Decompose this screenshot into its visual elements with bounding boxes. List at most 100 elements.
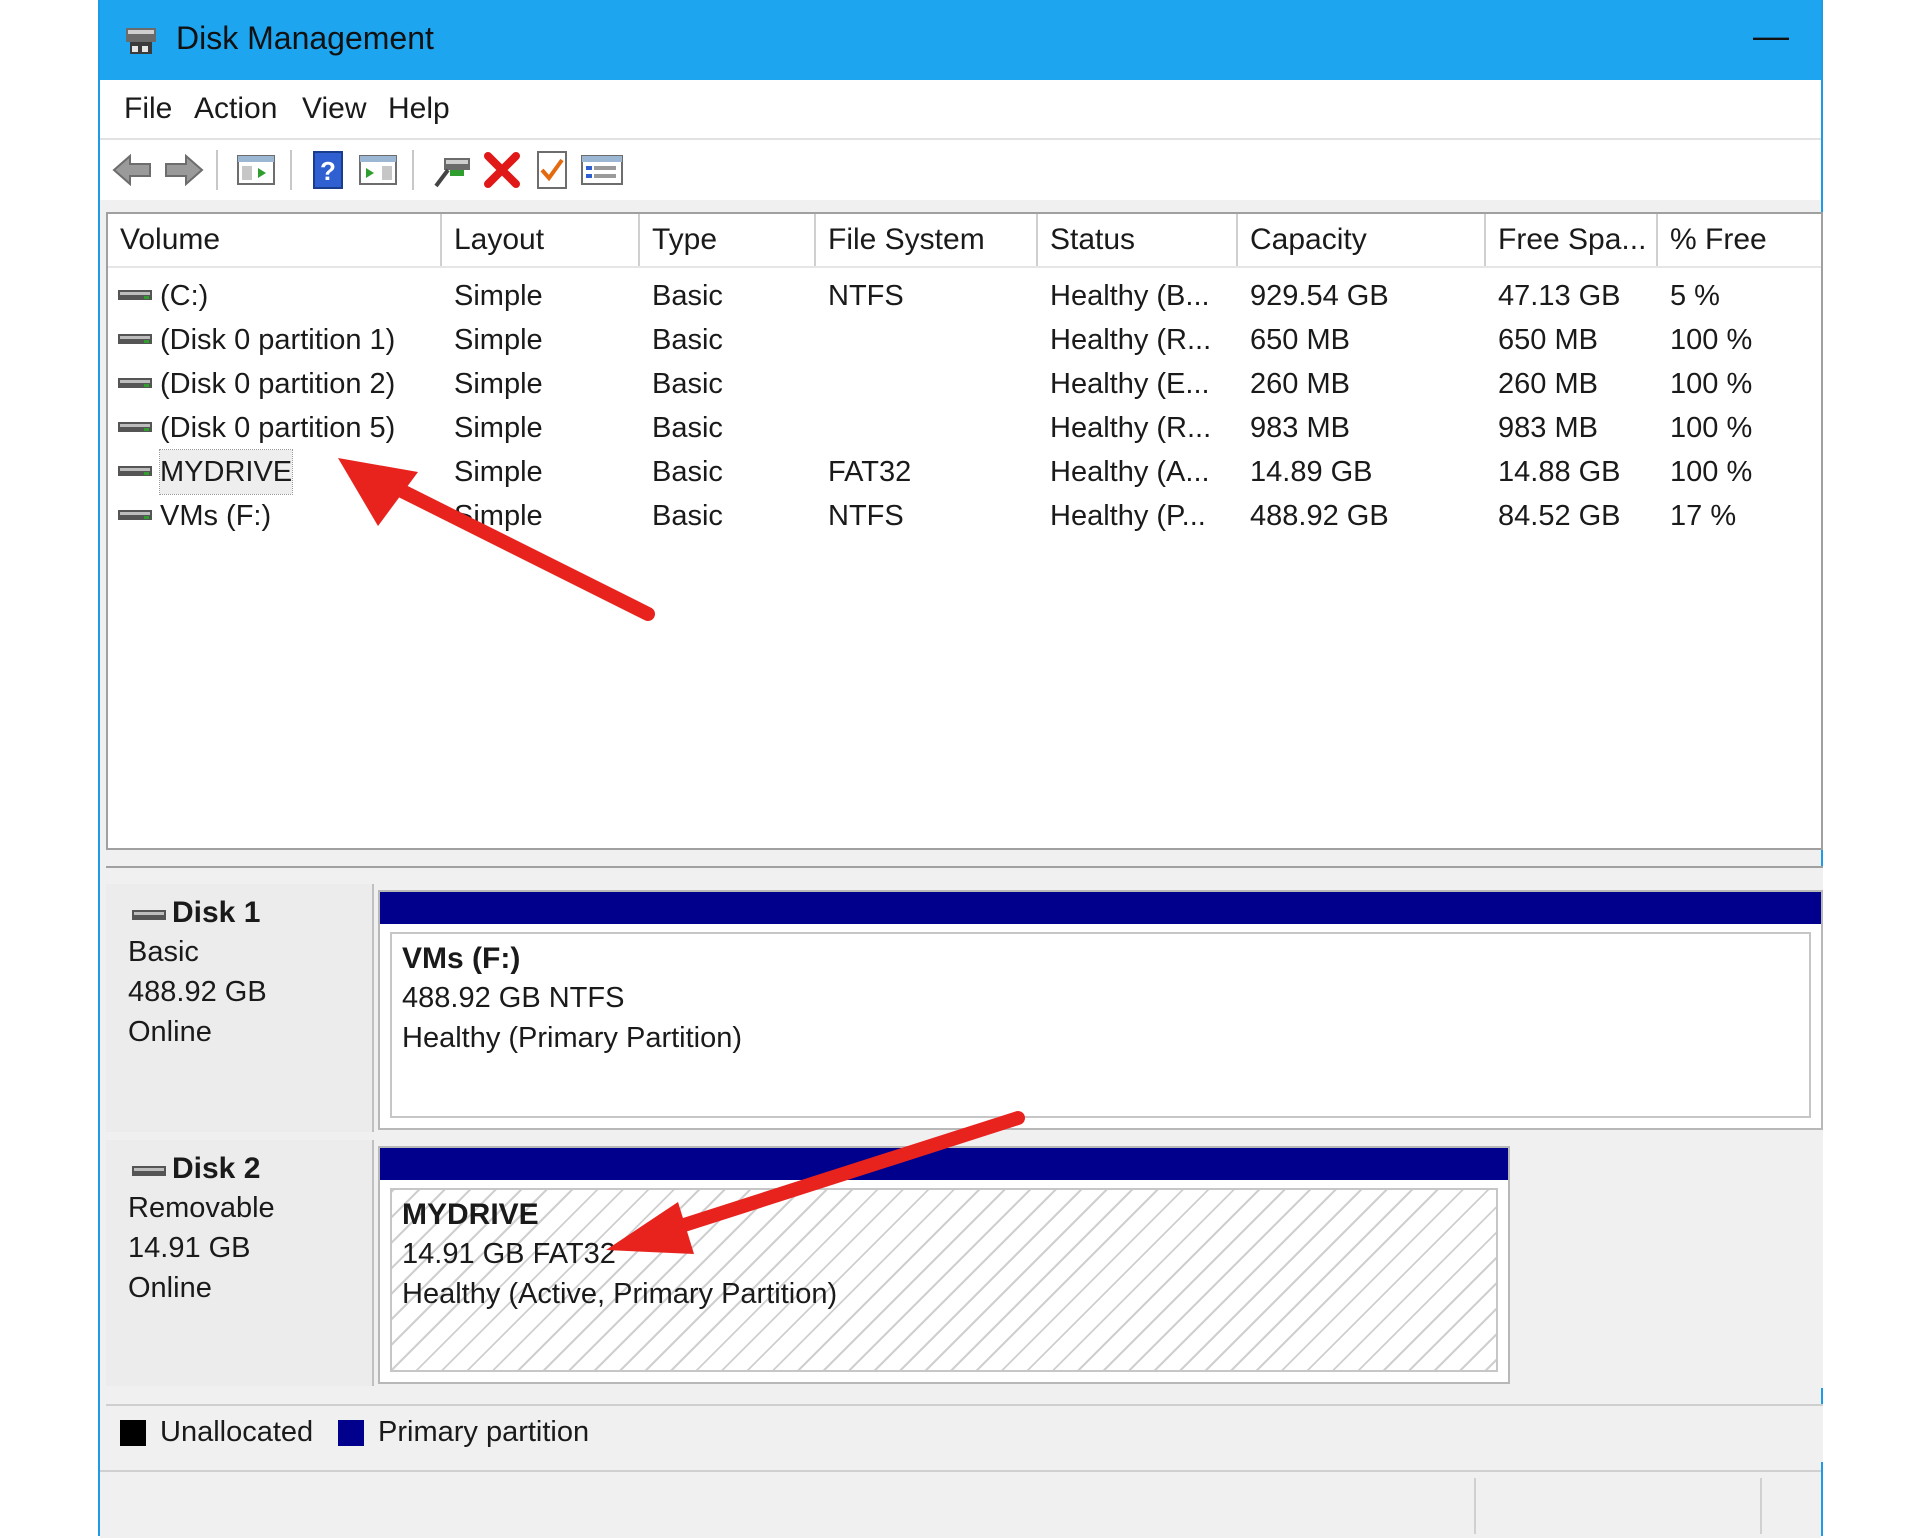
disk-2-info[interactable]: Disk 2 Removable 14.91 GB Online xyxy=(106,1140,374,1386)
file-system-cell: NTFS xyxy=(828,280,904,312)
disk-icon xyxy=(132,1166,166,1176)
status-bar-divider xyxy=(1474,1478,1476,1534)
menu-bar: File Action View Help xyxy=(100,80,1821,140)
partition-mydrive[interactable]: MYDRIVE 14.91 GB FAT32 Healthy (Active, … xyxy=(378,1146,1510,1384)
column-header-type[interactable]: Type xyxy=(640,214,816,266)
status-cell: Healthy (E... xyxy=(1050,368,1210,400)
type-cell: Basic xyxy=(652,412,723,444)
status-cell: Healthy (B... xyxy=(1050,280,1210,312)
percent-free-cell: 100 % xyxy=(1670,368,1753,400)
action-pane-icon[interactable] xyxy=(356,148,400,192)
title-bar: Disk Management — xyxy=(100,0,1821,80)
disk-size: 14.91 GB xyxy=(128,1232,251,1264)
menu-help[interactable]: Help xyxy=(382,90,456,128)
status-bar-divider xyxy=(1760,1478,1762,1534)
status-cell: Healthy (R... xyxy=(1050,412,1212,444)
forward-icon[interactable] xyxy=(162,148,206,192)
volume-cell: MYDRIVE xyxy=(158,449,294,495)
percent-free-cell: 100 % xyxy=(1670,324,1753,356)
volume-cell: (C:) xyxy=(160,280,209,312)
volume-cell: VMs (F:) xyxy=(160,500,272,532)
table-row[interactable]: MYDRIVE Simple Basic FAT32 Healthy (A... 14.8… xyxy=(108,449,1821,495)
layout-cell: Simple xyxy=(454,456,543,488)
menu-file[interactable]: File xyxy=(118,90,178,128)
svg-text:?: ? xyxy=(320,156,336,186)
table-row[interactable]: (Disk 0 partition 1) Simple Basic Healthy (… xyxy=(108,318,1821,362)
capacity-cell: 650 MB xyxy=(1250,324,1350,356)
volume-icon xyxy=(118,510,152,520)
unallocated-swatch xyxy=(120,1420,146,1446)
type-cell: Basic xyxy=(652,500,723,532)
free-space-cell: 47.13 GB xyxy=(1498,280,1621,312)
volume-cell: (Disk 0 partition 2) xyxy=(160,368,396,400)
free-space-cell: 260 MB xyxy=(1498,368,1598,400)
disk-state: Online xyxy=(128,1016,212,1048)
column-header-capacity[interactable]: Capacity xyxy=(1238,214,1486,266)
type-cell: Basic xyxy=(652,324,723,356)
column-header-layout[interactable]: Layout xyxy=(442,214,640,266)
disk-type: Basic xyxy=(128,936,199,968)
disk-graphical-view: Disk 1 Basic 488.92 GB Online VMs (F:) 4… xyxy=(106,866,1823,1388)
table-row[interactable]: VMs (F:) Simple Basic NTFS Healthy (P... 488.… xyxy=(108,494,1821,538)
capacity-cell: 488.92 GB xyxy=(1250,500,1389,532)
partition-status: Healthy (Primary Partition) xyxy=(402,1022,743,1054)
menu-action[interactable]: Action xyxy=(188,90,283,128)
toolbar: ? xyxy=(100,140,1821,200)
console-tree-icon[interactable] xyxy=(234,148,278,192)
free-space-cell: 14.88 GB xyxy=(1498,456,1621,488)
list-view-icon[interactable] xyxy=(580,148,624,192)
table-row[interactable]: (Disk 0 partition 5) Simple Basic Healthy (… xyxy=(108,406,1821,450)
help-icon[interactable]: ? xyxy=(306,148,350,192)
disk-name: Disk 1 xyxy=(172,896,261,929)
menu-view[interactable]: View xyxy=(296,90,372,128)
column-header-percent-free[interactable]: % Free xyxy=(1658,214,1821,266)
toolbar-separator xyxy=(412,150,414,190)
volume-icon xyxy=(118,378,152,388)
status-cell: Healthy (R... xyxy=(1050,324,1212,356)
capacity-cell: 983 MB xyxy=(1250,412,1350,444)
volume-list-header: Volume Layout Type File System Status Ca… xyxy=(108,214,1821,268)
layout-cell: Simple xyxy=(454,324,543,356)
column-header-file-system[interactable]: File System xyxy=(816,214,1038,266)
disk-1-info[interactable]: Disk 1 Basic 488.92 GB Online xyxy=(106,884,374,1132)
volume-icon xyxy=(118,466,152,476)
capacity-cell: 929.54 GB xyxy=(1250,280,1389,312)
delete-icon[interactable] xyxy=(480,148,524,192)
disk-icon xyxy=(132,910,166,920)
properties-icon[interactable] xyxy=(530,148,574,192)
volume-list: Volume Layout Type File System Status Ca… xyxy=(106,212,1823,850)
connect-icon[interactable] xyxy=(430,148,474,192)
partition-vms-f[interactable]: VMs (F:) 488.92 GB NTFS Healthy (Primary… xyxy=(378,890,1823,1130)
table-row[interactable]: (Disk 0 partition 2) Simple Basic Healthy (… xyxy=(108,362,1821,406)
toolbar-separator xyxy=(290,150,292,190)
volume-icon xyxy=(118,422,152,432)
column-header-status[interactable]: Status xyxy=(1038,214,1238,266)
table-row[interactable]: (C:) Simple Basic NTFS Healthy (B... 929.54 G… xyxy=(108,274,1821,318)
disk-management-app-icon xyxy=(126,28,156,54)
type-cell: Basic xyxy=(652,456,723,488)
back-icon[interactable] xyxy=(110,148,154,192)
disk-size: 488.92 GB xyxy=(128,976,267,1008)
minimize-button[interactable]: — xyxy=(1741,14,1801,64)
status-cell: Healthy (A... xyxy=(1050,456,1210,488)
partition-body-selected: MYDRIVE 14.91 GB FAT32 Healthy (Active, … xyxy=(390,1188,1498,1372)
layout-cell: Simple xyxy=(454,500,543,532)
partition-label: MYDRIVE xyxy=(402,1198,539,1231)
disk-type: Removable xyxy=(128,1192,275,1224)
volume-icon xyxy=(118,290,152,300)
toolbar-separator xyxy=(216,150,218,190)
capacity-cell: 14.89 GB xyxy=(1250,456,1373,488)
status-cell: Healthy (P... xyxy=(1050,500,1206,532)
free-space-cell: 84.52 GB xyxy=(1498,500,1621,532)
layout-cell: Simple xyxy=(454,280,543,312)
column-header-free-space[interactable]: Free Spa... xyxy=(1486,214,1658,266)
column-header-volume[interactable]: Volume xyxy=(108,214,442,266)
disk-state: Online xyxy=(128,1272,212,1304)
percent-free-cell: 5 % xyxy=(1670,280,1720,312)
partition-label: VMs (F:) xyxy=(402,942,521,975)
status-bar xyxy=(100,1470,1821,1538)
percent-free-cell: 100 % xyxy=(1670,412,1753,444)
legend: Unallocated Primary partition xyxy=(106,1404,1823,1462)
capacity-cell: 260 MB xyxy=(1250,368,1350,400)
percent-free-cell: 100 % xyxy=(1670,456,1753,488)
